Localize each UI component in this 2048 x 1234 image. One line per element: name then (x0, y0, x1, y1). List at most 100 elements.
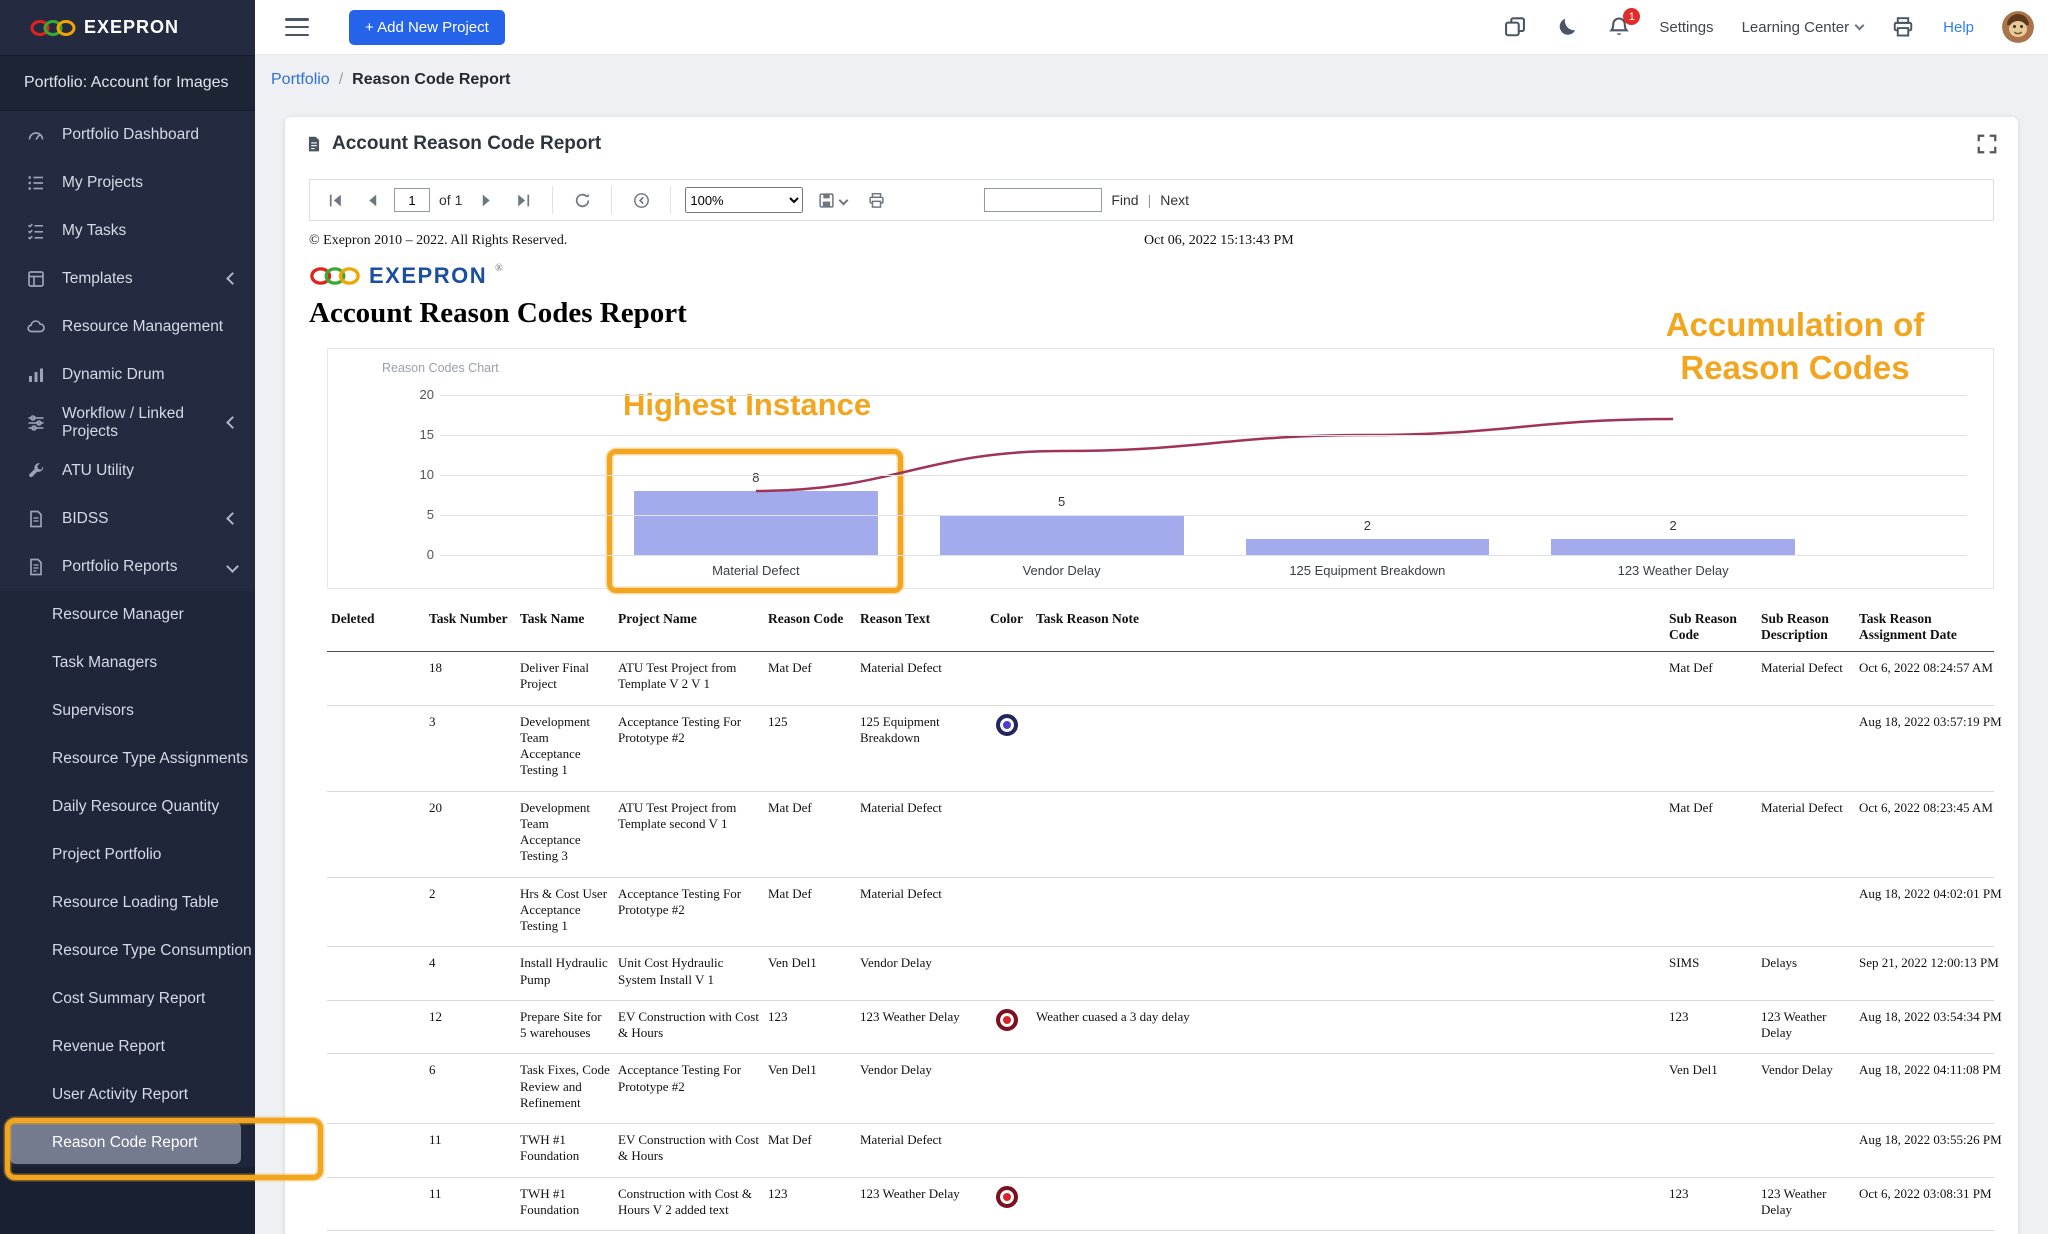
sidebar-item-label: Resource Loading Table (52, 894, 219, 912)
windows-icon[interactable] (1503, 15, 1527, 39)
projects-icon (26, 173, 48, 193)
chevron-down-icon (228, 558, 237, 576)
sidebar-item-daily-resource-quantity[interactable]: Daily Resource Quantity (0, 783, 255, 831)
sidebar-item-label: ATU Utility (62, 462, 134, 480)
cell-reason-text: 123 Weather Delay (856, 1177, 986, 1231)
learning-center-dropdown[interactable]: Learning Center (1742, 19, 1864, 36)
sidebar-item-atu-utility[interactable]: ATU Utility (0, 447, 255, 495)
accumulation-annotation: Accumulation of Reason Codes (1630, 303, 1960, 389)
sidebar-item-label: Daily Resource Quantity (52, 798, 219, 816)
cell-task-reason-note (1032, 791, 1665, 877)
sidebar-item-cost-summary-report[interactable]: Cost Summary Report (0, 975, 255, 1023)
highest-instance-annotation: Highest Instance (623, 387, 871, 423)
find-next-button[interactable]: Next (1160, 192, 1189, 208)
user-avatar[interactable] (2002, 11, 2034, 43)
cell-color (986, 705, 1032, 791)
cell-task-name: TWH #1 Foundation (516, 1124, 614, 1178)
export-button[interactable] (810, 186, 854, 214)
sidebar-item-project-portfolio[interactable]: Project Portfolio (0, 831, 255, 879)
workflow-icon (26, 413, 48, 433)
sidebar-item-resource-type-assignments[interactable]: Resource Type Assignments (0, 735, 255, 783)
cell-project-name: EV Construction with Cost & Hours (614, 1000, 764, 1054)
page-number-input[interactable] (394, 188, 430, 212)
cell-sub-reason-description (1757, 705, 1855, 791)
sidebar-item-my-tasks[interactable]: My Tasks (0, 207, 255, 255)
sidebar-item-resource-loading-table[interactable]: Resource Loading Table (0, 879, 255, 927)
cell-task-number: 3 (425, 705, 516, 791)
sidebar-item-reason-code-report[interactable]: Reason Code Report (10, 1122, 241, 1164)
fullscreen-icon[interactable] (1976, 133, 1998, 155)
chart-icon (26, 365, 48, 385)
sidebar-item-portfolio-dashboard[interactable]: Portfolio Dashboard (0, 111, 255, 159)
cell-reason-text: Material Defect (856, 877, 986, 947)
print-icon[interactable] (1891, 15, 1915, 39)
cell-color (986, 791, 1032, 877)
tasks-icon (26, 221, 48, 241)
cell-deleted (327, 1124, 425, 1178)
sidebar-item-my-projects[interactable]: My Projects (0, 159, 255, 207)
chevron-left-icon (228, 510, 237, 528)
sidebar-item-resource-type-consumption[interactable]: Resource Type Consumption (0, 927, 255, 975)
zoom-select[interactable]: 100% (685, 187, 803, 213)
find-text-input[interactable] (984, 188, 1102, 212)
find-button[interactable]: Find (1111, 192, 1138, 208)
sidebar-item-resource-manager[interactable]: Resource Manager (0, 591, 255, 639)
sidebar-item-templates[interactable]: Templates (0, 255, 255, 303)
sidebar-logo[interactable]: EXEPRON (0, 0, 255, 55)
print-report-button[interactable] (861, 186, 891, 214)
cell-reason-code: Mat Def (764, 1124, 856, 1178)
notifications-bell-icon[interactable]: 1 (1607, 15, 1631, 39)
sidebar-item-dynamic-drum[interactable]: Dynamic Drum (0, 351, 255, 399)
y-axis-tick-label: 5 (338, 507, 434, 522)
previous-page-button[interactable] (357, 186, 387, 214)
reason-color-indicator (996, 1186, 1018, 1208)
sidebar-item-bidss[interactable]: BIDSS (0, 495, 255, 543)
cell-reason-text: Vendor Delay (856, 1054, 986, 1124)
cell-reason-text: Vendor Delay (856, 947, 986, 1001)
back-to-parent-report-button[interactable] (626, 186, 656, 214)
sidebar-item-revenue-report[interactable]: Revenue Report (0, 1023, 255, 1071)
cell-deleted (327, 1177, 425, 1231)
chevron-down-icon (1855, 21, 1865, 31)
sidebar-item-label: Workflow / Linked Projects (62, 405, 228, 441)
cell-task-name: Task Fixes, Code Review and Refinement (516, 1054, 614, 1124)
sidebar-item-workflow-linked-projects[interactable]: Workflow / Linked Projects (0, 399, 255, 447)
cell-task-name: Install Hydraulic Pump (516, 947, 614, 1001)
app: EXEPRON Portfolio: Account for Images Po… (0, 0, 2048, 1234)
table-row: 4Install Hydraulic PumpUnit Cost Hydraul… (327, 947, 1994, 1001)
cell-task-number: 6 (425, 1054, 516, 1124)
cell-deleted (327, 1000, 425, 1054)
cell-task-name: Development Team Acceptance Testing 1 (516, 705, 614, 791)
cell-assignment-date: Sep 21, 2022 12:00:13 PM (1855, 947, 1994, 1001)
dark-mode-moon-icon[interactable] (1555, 15, 1579, 39)
cell-deleted (327, 947, 425, 1001)
add-new-project-button[interactable]: + Add New Project (349, 10, 505, 45)
cell-sub-reason-code: Ven Del1 (1665, 1054, 1757, 1124)
settings-link[interactable]: Settings (1659, 19, 1713, 36)
first-page-button[interactable] (320, 186, 350, 214)
menu-icon[interactable] (285, 18, 309, 36)
cell-task-name: Prepare Site for 5 warehouses (516, 1000, 614, 1054)
sidebar-item-portfolio-reports[interactable]: Portfolio Reports (0, 543, 255, 591)
report-document-icon (305, 135, 323, 153)
reason-color-indicator (996, 714, 1018, 736)
chart-bar (940, 515, 1184, 555)
next-page-button[interactable] (471, 186, 501, 214)
reason-code-table: DeletedTask NumberTask NameProject NameR… (327, 607, 1994, 1231)
help-link[interactable]: Help (1943, 19, 1974, 36)
cell-sub-reason-code (1665, 877, 1757, 947)
cell-sub-reason-code: 123 (1665, 1177, 1757, 1231)
sidebar-item-supervisors[interactable]: Supervisors (0, 687, 255, 735)
sidebar: EXEPRON Portfolio: Account for Images Po… (0, 0, 255, 1234)
breadcrumb-portfolio-link[interactable]: Portfolio (271, 71, 330, 89)
column-header-sub-reason-description: Sub Reason Description (1757, 607, 1855, 652)
last-page-button[interactable] (508, 186, 538, 214)
table-row: 3Development Team Acceptance Testing 1Ac… (327, 705, 1994, 791)
chart-bar (634, 491, 878, 555)
sidebar-item-user-activity-report[interactable]: User Activity Report (0, 1071, 255, 1119)
wrench-icon (26, 461, 48, 481)
sidebar-item-task-managers[interactable]: Task Managers (0, 639, 255, 687)
sidebar-item-resource-management[interactable]: Resource Management (0, 303, 255, 351)
cell-sub-reason-description: Vendor Delay (1757, 1054, 1855, 1124)
refresh-button[interactable] (567, 186, 597, 214)
